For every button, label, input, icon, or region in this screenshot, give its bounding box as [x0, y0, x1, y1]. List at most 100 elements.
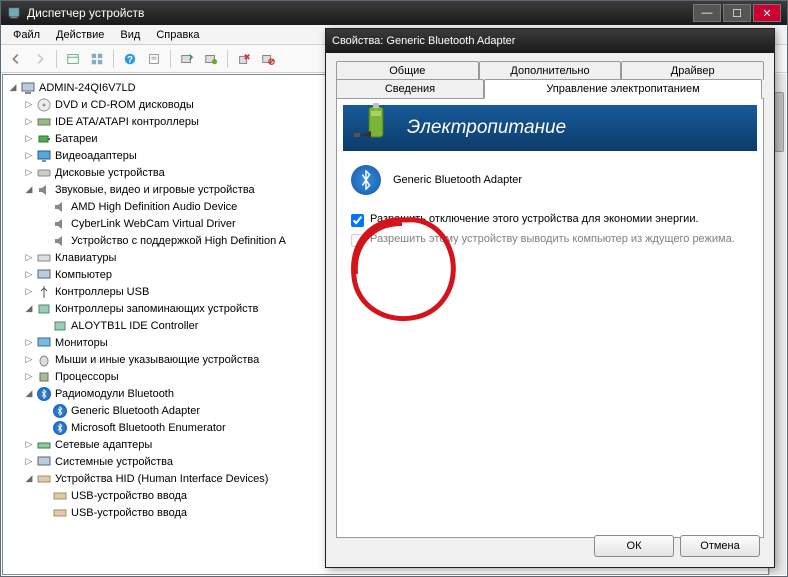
tree-item[interactable]: Видеоадаптеры [55, 150, 137, 162]
expand-icon[interactable]: ▷ [23, 150, 35, 162]
toolbar-help-icon[interactable]: ? [119, 48, 141, 70]
toolbar-scan-icon[interactable] [176, 48, 198, 70]
expand-icon[interactable]: ▷ [23, 269, 35, 281]
close-button[interactable]: ✕ [753, 4, 781, 22]
tree-item[interactable]: Дисковые устройства [55, 167, 165, 179]
toolbar-disable-icon[interactable] [257, 48, 279, 70]
sound-icon [52, 199, 68, 215]
allow-wake-label: Разрешить этому устройству выводить комп… [370, 233, 735, 245]
allow-turnoff-label: Разрешить отключение этого устройства дл… [370, 213, 699, 225]
tree-item[interactable]: AMD High Definition Audio Device [71, 201, 237, 213]
network-icon [36, 437, 52, 453]
disk-icon [36, 165, 52, 181]
collapse-icon[interactable]: ◢ [23, 473, 35, 485]
expand-icon[interactable]: ▷ [23, 337, 35, 349]
menu-action[interactable]: Действие [48, 27, 112, 43]
tab-power[interactable]: Управление электропитанием [484, 79, 762, 99]
tree-item[interactable]: USB-устройство ввода [71, 507, 187, 519]
hid-icon [36, 471, 52, 487]
battery-icon [351, 101, 401, 154]
toolbar-uninstall-icon[interactable] [233, 48, 255, 70]
tree-item[interactable]: Устройства HID (Human Interface Devices) [55, 473, 268, 485]
bluetooth-icon [52, 403, 68, 419]
tree-item[interactable]: Звуковые, видео и игровые устройства [55, 184, 255, 196]
menu-view[interactable]: Вид [112, 27, 148, 43]
collapse-icon[interactable]: ◢ [23, 388, 35, 400]
tree-item[interactable]: Сетевые адаптеры [55, 439, 152, 451]
cancel-button[interactable]: Отмена [680, 535, 760, 557]
tree-item[interactable]: Устройство с поддержкой High Definition … [71, 235, 286, 247]
tree-item[interactable]: Радиомодули Bluetooth [55, 388, 174, 400]
storage-icon [52, 318, 68, 334]
tree-item[interactable]: Процессоры [55, 371, 119, 383]
keyboard-icon [36, 250, 52, 266]
toolbar-back[interactable] [5, 48, 27, 70]
expand-icon[interactable]: ▷ [23, 133, 35, 145]
sound-icon [52, 216, 68, 232]
tree-item[interactable]: Мониторы [55, 337, 108, 349]
tree-item[interactable]: DVD и CD-ROM дисководы [55, 99, 194, 111]
expand-icon[interactable]: ▷ [23, 116, 35, 128]
device-name: Generic Bluetooth Adapter [393, 174, 522, 186]
tree-item[interactable]: USB-устройство ввода [71, 490, 187, 502]
expand-icon[interactable]: ▷ [23, 456, 35, 468]
tree-item[interactable]: Системные устройства [55, 456, 173, 468]
usb-icon [36, 284, 52, 300]
properties-dialog: Свойства: Generic Bluetooth Adapter Общи… [325, 28, 775, 568]
toolbar-details-icon[interactable] [86, 48, 108, 70]
expand-icon[interactable]: ▷ [23, 252, 35, 264]
bluetooth-icon [36, 386, 52, 402]
menu-help[interactable]: Справка [148, 27, 207, 43]
tree-item[interactable]: ALOYTB1L IDE Controller [71, 320, 198, 332]
root-node[interactable]: ADMIN-24QI6V7LD [39, 82, 136, 94]
collapse-icon[interactable]: ◢ [23, 303, 35, 315]
tree-item[interactable]: IDE ATA/ATAPI контроллеры [55, 116, 199, 128]
tab-driver[interactable]: Драйвер [621, 61, 764, 80]
tree-item[interactable]: Generic Bluetooth Adapter [71, 405, 200, 417]
tree-item[interactable]: Компьютер [55, 269, 112, 281]
expand-icon[interactable]: ▷ [23, 286, 35, 298]
tree-item[interactable]: Батареи [55, 133, 98, 145]
app-icon [7, 6, 21, 20]
minimize-button[interactable]: — [693, 4, 721, 22]
toolbar-update-icon[interactable] [200, 48, 222, 70]
tab-details[interactable]: Сведения [336, 79, 484, 99]
collapse-icon[interactable]: ◢ [23, 184, 35, 196]
system-icon [36, 454, 52, 470]
allow-turnoff-checkbox[interactable] [351, 214, 364, 227]
maximize-button[interactable]: ☐ [723, 4, 751, 22]
toolbar-properties-icon[interactable] [143, 48, 165, 70]
collapse-icon[interactable]: ◢ [7, 82, 19, 94]
hid-icon [52, 488, 68, 504]
computer-icon [20, 80, 36, 96]
tab-advanced[interactable]: Дополнительно [479, 61, 622, 80]
display-icon [36, 148, 52, 164]
window-title: Диспетчер устройств [27, 6, 691, 20]
tree-item[interactable]: Клавиатуры [55, 252, 116, 264]
dialog-title: Свойства: Generic Bluetooth Adapter [332, 35, 515, 47]
monitor-icon [36, 335, 52, 351]
expand-icon[interactable]: ▷ [23, 167, 35, 179]
allow-wake-checkbox [351, 234, 364, 247]
tree-item[interactable]: Контроллеры USB [55, 286, 149, 298]
tree-item[interactable]: Мыши и иные указывающие устройства [55, 354, 259, 366]
bluetooth-icon [351, 165, 381, 195]
tree-item[interactable]: CyberLink WebCam Virtual Driver [71, 218, 236, 230]
tree-item[interactable]: Microsoft Bluetooth Enumerator [71, 422, 226, 434]
expand-icon[interactable]: ▷ [23, 439, 35, 451]
ok-button[interactable]: ОК [594, 535, 674, 557]
ide-icon [36, 114, 52, 130]
tab-general[interactable]: Общие [336, 61, 479, 80]
expand-icon[interactable]: ▷ [23, 99, 35, 111]
computer-icon [36, 267, 52, 283]
expand-icon[interactable]: ▷ [23, 371, 35, 383]
mouse-icon [36, 352, 52, 368]
menu-file[interactable]: Файл [5, 27, 48, 43]
storage-icon [36, 301, 52, 317]
expand-icon[interactable]: ▷ [23, 354, 35, 366]
sound-icon [52, 233, 68, 249]
sound-icon [36, 182, 52, 198]
toolbar-forward[interactable] [29, 48, 51, 70]
tree-item[interactable]: Контроллеры запоминающих устройств [55, 303, 258, 315]
toolbar-view-icon[interactable] [62, 48, 84, 70]
